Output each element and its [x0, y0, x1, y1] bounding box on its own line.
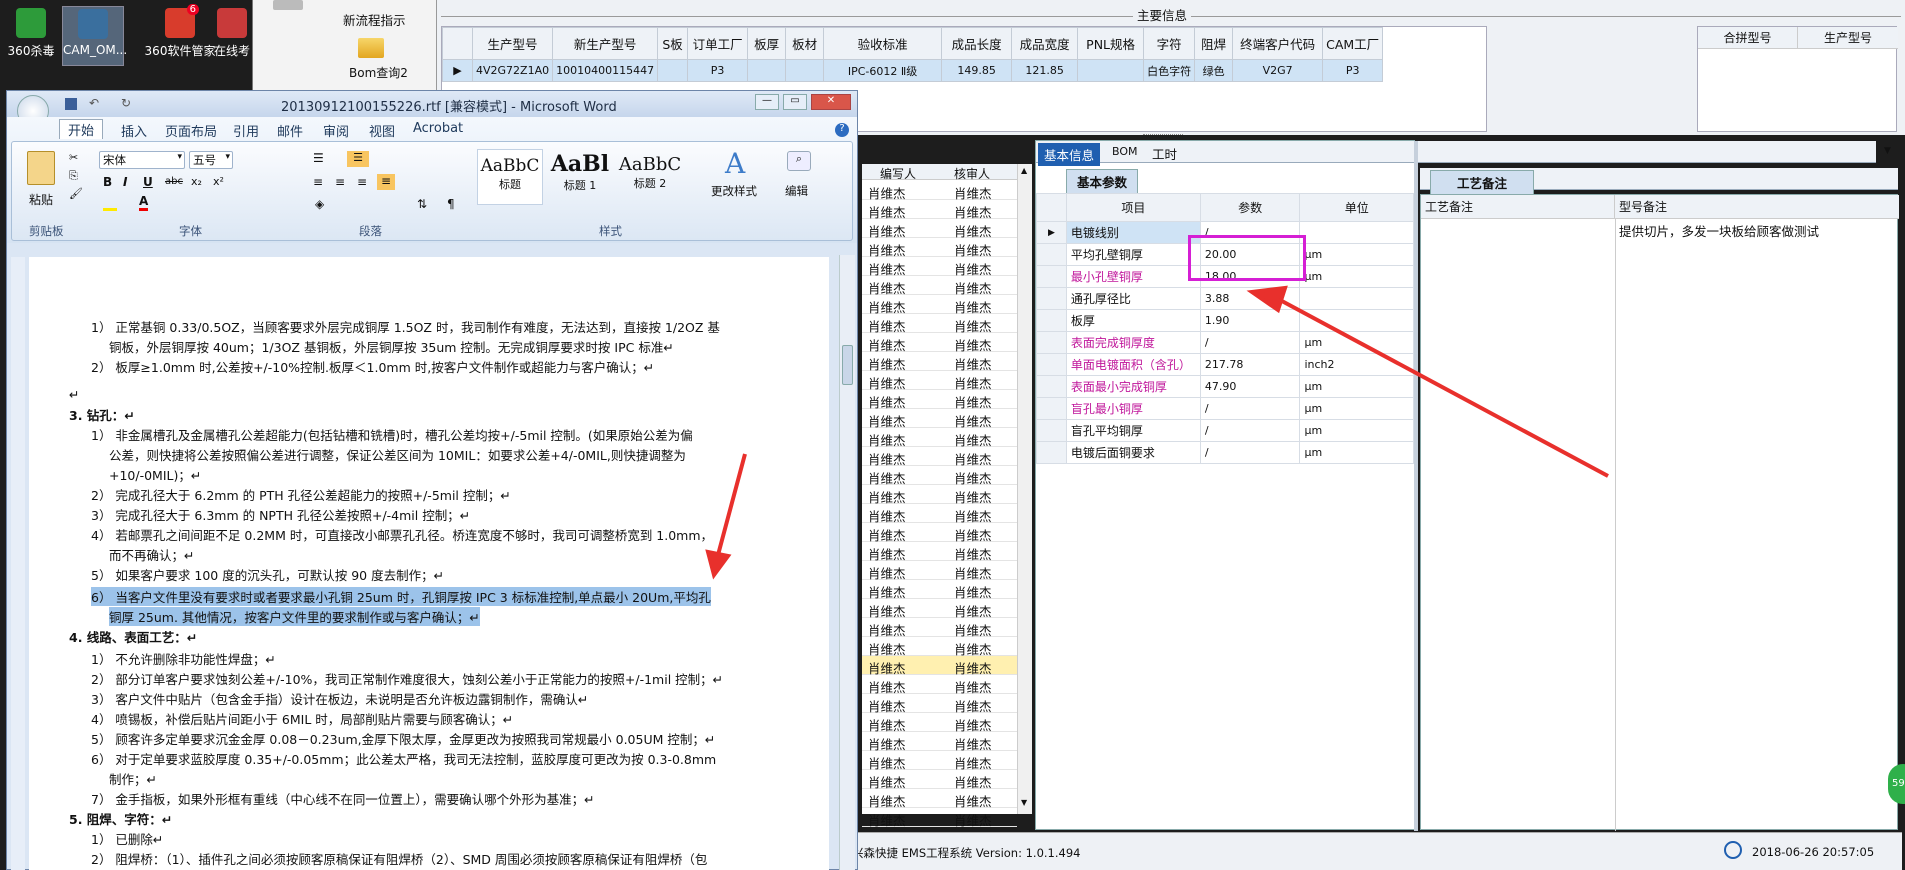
arrow-head-down — [705, 549, 732, 580]
arrow-head-left — [1246, 285, 1288, 314]
annotation-arrows — [705, 285, 1609, 580]
arrow-to-highlight-line — [716, 453, 747, 556]
arrow-to-param-line — [1279, 298, 1609, 478]
